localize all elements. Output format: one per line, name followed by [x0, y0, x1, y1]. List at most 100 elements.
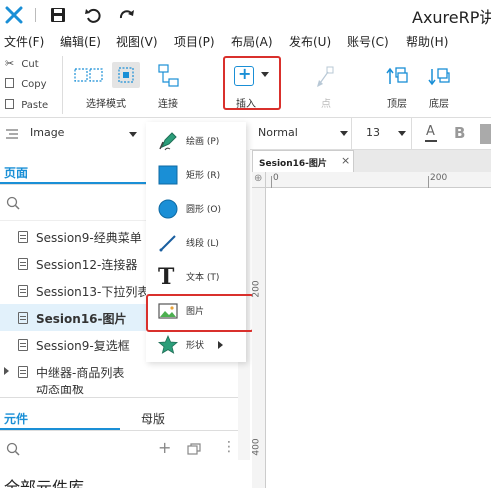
bold-button[interactable]: B	[454, 124, 465, 142]
menu-item-line[interactable]: 线段 (L)	[146, 226, 246, 260]
menu-item-label: 形状	[186, 341, 205, 351]
menu-item-draw[interactable]: 绘画 (P)	[146, 124, 246, 158]
outline-icon	[6, 129, 18, 139]
send-to-back-icon[interactable]	[428, 66, 452, 88]
menu-item-label: 线段 (L)	[186, 239, 219, 249]
font-size-dropdown-icon	[398, 131, 406, 136]
tab-label: Sesion16-图片	[259, 159, 327, 169]
toolbar-divider	[62, 56, 63, 114]
font-family-value[interactable]: Image	[30, 126, 64, 139]
redo-icon[interactable]	[118, 6, 136, 24]
widget-search-icon[interactable]	[6, 442, 20, 456]
menu-item-shape[interactable]: 形状	[146, 328, 246, 362]
page-item-repeater-products[interactable]: 中继器-商品列表	[0, 358, 150, 385]
panel-divider	[0, 397, 250, 398]
font-color-icon: A	[426, 124, 435, 139]
tab-pages[interactable]: 页面	[4, 164, 28, 181]
menu-file[interactable]: 文件(F)	[4, 33, 44, 50]
pen-icon	[159, 132, 177, 151]
canvas-tab-strip: Sesion16-图片 ×	[252, 150, 491, 172]
widgets-tab-divider	[0, 430, 250, 431]
page-item-session13-dropdown[interactable]: Session13-下拉列表	[0, 277, 150, 304]
menu-item-label: 文本 (T)	[186, 273, 220, 283]
title-bar: AxureRP讲义	[0, 0, 491, 30]
bottom-layer-label[interactable]: 底层	[429, 95, 449, 110]
library-copy-icon[interactable]	[187, 443, 201, 455]
menu-item-rectangle[interactable]: 矩形 (R)	[146, 158, 246, 192]
canvas-area[interactable]	[252, 150, 491, 488]
menu-item-circle[interactable]: 圆形 (O)	[146, 192, 246, 226]
star-icon	[158, 335, 178, 354]
italic-button[interactable]	[480, 124, 491, 144]
page-icon	[18, 339, 28, 351]
page-item-sesion16-image[interactable]: Sesion16-图片	[0, 304, 150, 331]
more-options-icon[interactable]: ⋮	[222, 440, 236, 454]
menu-view[interactable]: 视图(V)	[116, 33, 158, 50]
menu-item-label: 矩形 (R)	[186, 171, 221, 181]
crosshair-icon: ⊕	[254, 173, 263, 184]
font-family-dropdown-icon[interactable]	[129, 132, 137, 137]
cut-button[interactable]: ✂ Cut	[5, 57, 39, 70]
page-item-label: Session9-经典菜单	[36, 231, 142, 245]
search-icon[interactable]	[6, 196, 20, 210]
menu-project[interactable]: 项目(P)	[174, 33, 215, 50]
connector-icon[interactable]	[158, 64, 180, 88]
bring-to-front-icon[interactable]	[386, 66, 408, 88]
page-item-label: 中继器-商品列表	[36, 366, 125, 380]
text-icon: T	[158, 264, 175, 290]
menu-item-label: 绘画 (P)	[186, 137, 220, 147]
copy-label: Copy	[21, 79, 47, 90]
expand-arrow-icon[interactable]	[4, 367, 9, 375]
page-item-session9-checkbox[interactable]: Session9-复选框	[0, 331, 150, 358]
select-intersect-icon[interactable]	[74, 66, 104, 86]
menu-item-label: 圆形 (O)	[186, 205, 221, 215]
font-size-select[interactable]: 13	[356, 118, 412, 149]
format-bar: Normal 13 A B	[246, 118, 491, 150]
tab-sesion16-image[interactable]: Sesion16-图片 ×	[252, 150, 354, 172]
point-label[interactable]: 点	[321, 95, 331, 110]
add-library-icon[interactable]: +	[158, 438, 171, 457]
menu-publish[interactable]: 发布(U)	[289, 33, 331, 50]
menu-item-text[interactable]: T 文本 (T)	[146, 260, 246, 294]
select-contain-button[interactable]	[112, 62, 140, 88]
menu-help[interactable]: 帮助(H)	[406, 33, 448, 50]
page-item-session12-connector[interactable]: Session12-连接器	[0, 250, 150, 277]
tab-masters[interactable]: 母版	[141, 410, 165, 427]
copy-icon	[5, 78, 14, 88]
page-icon	[18, 258, 28, 270]
select-contain-icon	[118, 67, 134, 83]
horizontal-ruler: 0 200	[266, 172, 491, 188]
title-divider	[35, 8, 36, 22]
select-mode-label[interactable]: 选择模式	[86, 95, 126, 110]
text-style-select[interactable]: Normal	[250, 118, 352, 149]
paste-button[interactable]: Paste	[5, 99, 48, 111]
save-icon[interactable]	[49, 6, 67, 24]
page-item-dynamic-panel[interactable]: 动态面板	[0, 385, 150, 397]
page-item-label: Session9-复选框	[36, 339, 130, 353]
scissors-icon: ✂	[5, 57, 15, 70]
page-icon	[18, 231, 28, 243]
app-title: AxureRP讲义	[412, 8, 491, 27]
top-layer-label[interactable]: 顶层	[387, 95, 407, 110]
line-icon	[159, 235, 176, 252]
copy-button[interactable]: Copy	[5, 78, 47, 90]
close-tab-icon[interactable]: ×	[341, 154, 350, 167]
tab-widgets[interactable]: 元件	[4, 410, 28, 427]
page-icon	[18, 312, 28, 324]
ruler-v-label-400: 400	[251, 438, 262, 456]
connect-label[interactable]: 连接	[158, 95, 178, 110]
paste-icon	[5, 99, 14, 109]
library-title[interactable]: 全部元件库	[4, 474, 84, 488]
page-icon	[18, 366, 28, 378]
undo-icon[interactable]	[84, 6, 102, 24]
axure-logo-icon	[5, 6, 23, 24]
text-style-value: Normal	[258, 126, 298, 139]
menu-edit[interactable]: 编辑(E)	[60, 33, 101, 50]
point-icon[interactable]	[315, 66, 335, 88]
font-color-button[interactable]: A	[424, 124, 440, 144]
menu-layout[interactable]: 布局(A)	[231, 33, 273, 50]
menu-account[interactable]: 账号(C)	[347, 33, 389, 50]
page-item-session9-menu[interactable]: Session9-经典菜单	[0, 223, 150, 250]
insert-highlight-box	[223, 56, 281, 110]
vertical-ruler: 200 400	[252, 188, 266, 488]
